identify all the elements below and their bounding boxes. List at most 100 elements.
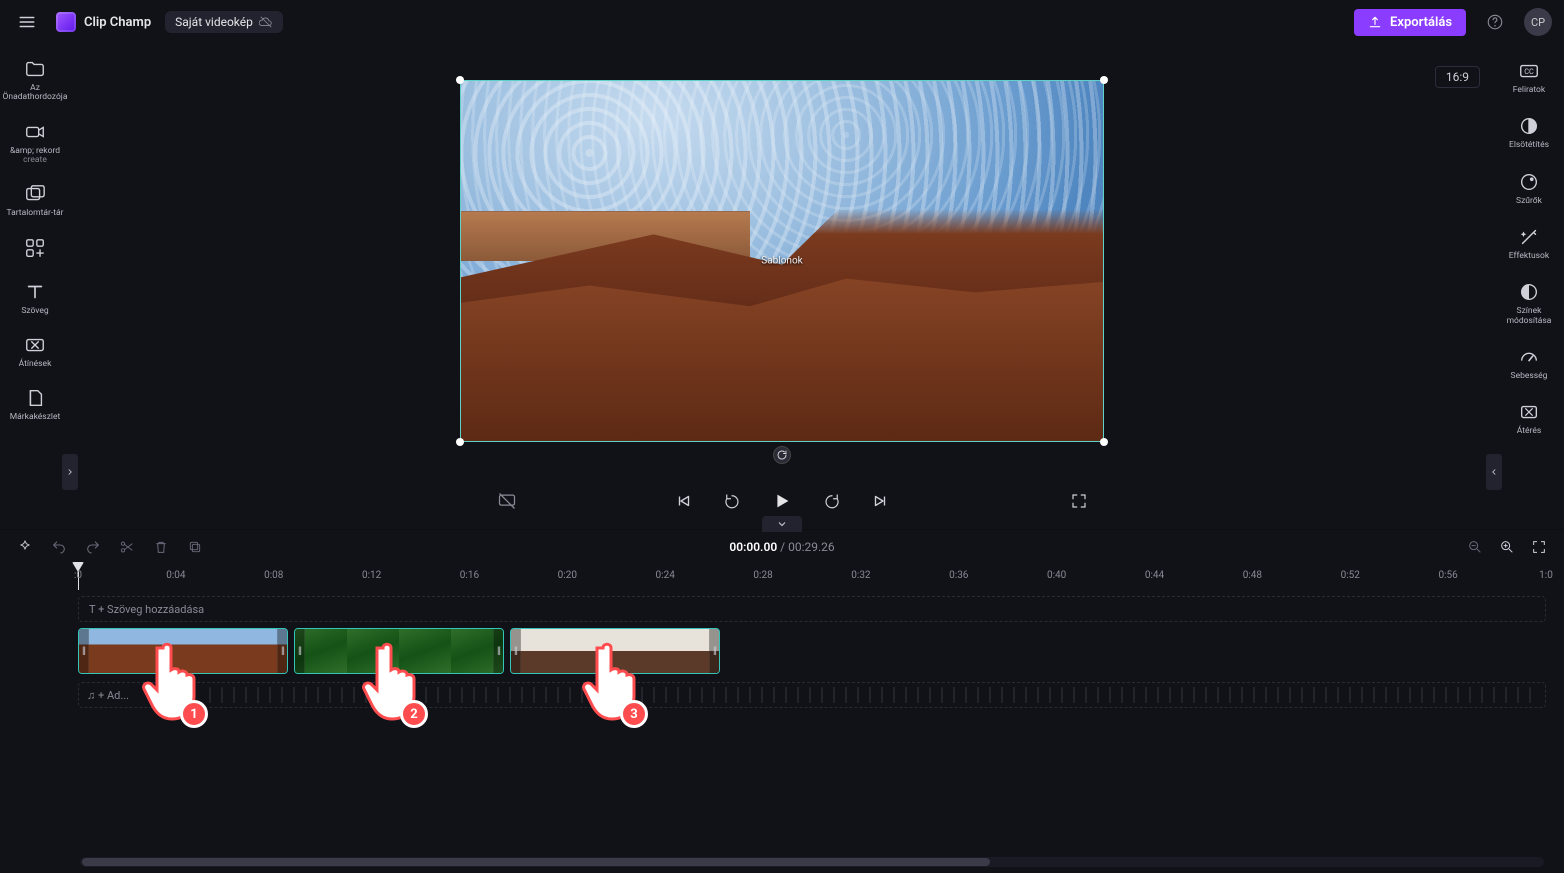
text-track-row[interactable]: T + Szöveg hozzáadása: [78, 596, 1546, 622]
copy-button[interactable]: [184, 536, 206, 558]
redo-button[interactable]: [82, 536, 104, 558]
sidebar-item-text[interactable]: Szöveg: [2, 275, 68, 326]
export-button[interactable]: Exportálás: [1354, 9, 1466, 36]
skip-start-button[interactable]: [673, 490, 695, 512]
app-root: Clip Champ Saját videokép Exportálás CP …: [0, 0, 1564, 873]
delete-button[interactable]: [150, 536, 172, 558]
sidebar-item-templates[interactable]: [2, 231, 68, 273]
rsidebar-item-colors[interactable]: Színek módosítása: [1496, 275, 1562, 336]
rsidebar-item-filters[interactable]: Szűrők: [1496, 165, 1562, 216]
aspect-ratio-button[interactable]: 16:9: [1435, 66, 1480, 88]
zoom-controls: [1464, 536, 1550, 558]
clip-trim-right[interactable]: ||: [709, 629, 719, 673]
rsidebar-label: Színek módosítása: [1498, 307, 1560, 326]
clip-trim-right[interactable]: ||: [493, 629, 503, 673]
timeline-scrollbar-thumb[interactable]: [82, 858, 990, 866]
forward-icon: [823, 492, 841, 510]
rewind-button[interactable]: [721, 490, 743, 512]
timeline-clip[interactable]: A utahi száraz kanyon légi drónos nézete…: [510, 628, 720, 674]
skip-end-button[interactable]: [869, 490, 891, 512]
project-name-chip[interactable]: Saját videokép: [165, 11, 283, 33]
clip-trim-left[interactable]: ||: [295, 629, 305, 673]
undo-button[interactable]: [48, 536, 70, 558]
cloud-off-icon: [259, 15, 273, 29]
sidebar-item-brandkit[interactable]: Márkakészlet: [2, 381, 68, 432]
sidebar-item-your-media[interactable]: Az Önadathordozója: [2, 52, 68, 113]
clip-trim-left[interactable]: ||: [511, 629, 521, 673]
trash-icon: [153, 539, 169, 555]
ruler-tick: 1:0: [1539, 570, 1553, 581]
user-avatar[interactable]: CP: [1524, 8, 1552, 36]
text-track-hint: T + Szöveg hozzáadása: [89, 603, 204, 616]
rotate-icon: [776, 449, 788, 461]
sidebar-item-content-library[interactable]: Tartalomtár-tár: [2, 177, 68, 228]
sidebar-item-transitions[interactable]: Átínések: [2, 328, 68, 379]
sparkle-icon: [1518, 226, 1540, 248]
sidebar-item-label: Az Önadathordozója: [3, 84, 68, 103]
clip-trim-right[interactable]: ||: [277, 629, 287, 673]
rsidebar-item-transition[interactable]: Átérés: [1496, 395, 1562, 446]
zoom-out-button[interactable]: [1464, 536, 1486, 558]
sidebar-item-record-create[interactable]: &amp; rekordcreate: [2, 115, 68, 176]
help-button[interactable]: [1480, 7, 1510, 37]
rsidebar-label: Elsötétítés: [1509, 141, 1549, 150]
rsidebar-item-speed[interactable]: Sebesség: [1496, 340, 1562, 391]
export-label: Exportálás: [1390, 15, 1452, 30]
play-button[interactable]: [769, 488, 795, 514]
forward-button[interactable]: [821, 490, 843, 512]
magic-button[interactable]: [14, 536, 36, 558]
ruler-tick: 0:40: [1047, 570, 1066, 581]
main-area: Az Önadathordozója &amp; rekordcreate Ta…: [0, 44, 1564, 529]
copy-icon: [187, 539, 203, 555]
cc-icon: CC: [1518, 60, 1540, 82]
camera-icon: [24, 121, 46, 143]
fade-icon: [1518, 401, 1540, 423]
sidebar-item-label: &amp; rekordcreate: [10, 147, 60, 166]
rsidebar-item-fade[interactable]: Elsötétítés: [1496, 109, 1562, 160]
logo-mark-icon: [56, 12, 76, 32]
rsidebar-label: Átérés: [1517, 427, 1541, 436]
resize-handle-bottom-right[interactable]: [1100, 438, 1108, 446]
time-total: 00:29.26: [788, 540, 835, 554]
timeline-panel: 00:00.00 / 00:29.26 :00:040:080:120:160:…: [0, 529, 1564, 873]
fit-button[interactable]: [1528, 536, 1550, 558]
hide-preview-button[interactable]: [496, 490, 518, 512]
ruler-tick: 0:12: [362, 570, 381, 581]
audio-track-row[interactable]: ♫ + Ad...: [78, 682, 1546, 708]
timeline-clip[interactable]: || ||: [294, 628, 504, 674]
redo-icon: [85, 539, 101, 555]
time-ruler[interactable]: :00:040:080:120:160:200:240:280:320:360:…: [78, 564, 1546, 590]
clip-trim-left[interactable]: ||: [79, 629, 89, 673]
video-preview-canvas[interactable]: Sablonok: [460, 80, 1104, 442]
sidebar-item-label: Szöveg: [21, 307, 48, 316]
time-readout: 00:00.00 / 00:29.26: [729, 540, 834, 554]
zoom-in-button[interactable]: [1496, 536, 1518, 558]
resize-handle-top-right[interactable]: [1100, 76, 1108, 84]
rsidebar-item-captions[interactable]: CC Feliratok: [1496, 54, 1562, 105]
contrast-icon: [1518, 115, 1540, 137]
fullscreen-button[interactable]: [1068, 490, 1090, 512]
transition-icon: [24, 334, 46, 356]
right-sidebar-collapse-button[interactable]: [1486, 454, 1502, 490]
ruler-tick: 0:56: [1438, 570, 1457, 581]
preview-stage: 16:9 Sablonok: [70, 44, 1494, 473]
ruler-tick: 0:16: [460, 570, 479, 581]
timeline-scrollbar[interactable]: [80, 857, 1544, 867]
rsidebar-item-effects[interactable]: Effektusok: [1496, 220, 1562, 271]
scissors-icon: [119, 539, 135, 555]
sidebar-item-label: Tartalomtár-tár: [6, 209, 63, 218]
help-icon: [1486, 13, 1504, 31]
split-button[interactable]: [116, 536, 138, 558]
center-stage: 16:9 Sablonok: [70, 44, 1494, 529]
rotate-handle[interactable]: [773, 446, 791, 464]
resize-handle-bottom-left[interactable]: [456, 438, 464, 446]
timeline-clip[interactable]: || ||: [78, 628, 288, 674]
skip-start-icon: [675, 492, 693, 510]
ruler-tick: 0:24: [656, 570, 675, 581]
hamburger-menu-button[interactable]: [12, 7, 42, 37]
ruler-tick: 0:32: [851, 570, 870, 581]
play-icon: [771, 490, 793, 512]
avatar-initials: CP: [1531, 16, 1545, 29]
resize-handle-top-left[interactable]: [456, 76, 464, 84]
chevron-left-icon: [1489, 467, 1499, 477]
